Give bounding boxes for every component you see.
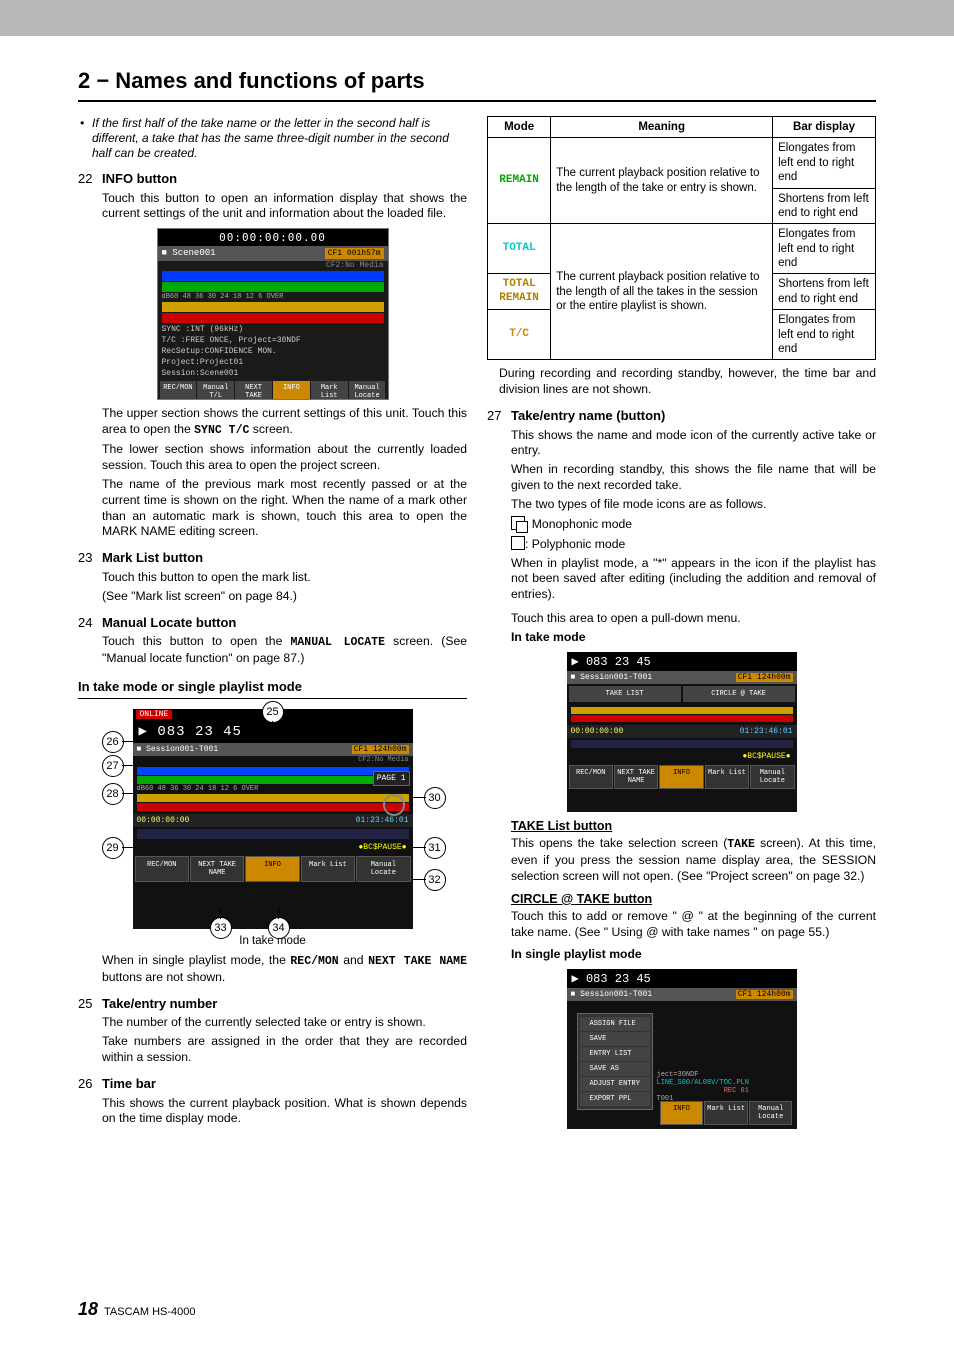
callout-32: 32: [424, 869, 446, 891]
take-list-button-heading: TAKE List button: [511, 818, 876, 834]
left-column: If the first half of the take name or th…: [78, 116, 467, 1135]
mode-table: Mode Meaning Bar display REMAIN The curr…: [487, 116, 876, 360]
heading-23: 23Mark List button: [78, 550, 467, 566]
heading-24: 24Manual Locate button: [78, 615, 467, 631]
monophonic-icon: [511, 516, 525, 530]
s22-p1: Touch this button to open an information…: [102, 191, 467, 223]
callout-26: 26: [102, 731, 124, 753]
page-footer: 18TASCAM HS-4000: [78, 1299, 196, 1320]
heading-27: 27Take/entry name (button): [487, 408, 876, 424]
note-bullet: If the first half of the take name or th…: [92, 116, 467, 161]
top-bar: [0, 0, 954, 36]
right-column: Mode Meaning Bar display REMAIN The curr…: [487, 116, 876, 1135]
callout-33: 33: [210, 917, 232, 939]
single-playlist-heading: In single playlist mode: [511, 947, 876, 963]
callout-31: 31: [424, 837, 446, 859]
callout-34: 34: [268, 917, 290, 939]
heading-22: 22INFO button: [78, 171, 467, 187]
callout-30: 30: [424, 787, 446, 809]
callout-25: 25: [262, 701, 284, 723]
table-note: During recording and recording standby, …: [499, 366, 876, 398]
heading-26: 26Time bar: [78, 1076, 467, 1092]
heading-25: 25Take/entry number: [78, 996, 467, 1012]
single-playlist-figure: ▶ 083 23 45 ■ Session001-T001CF1 124h00m…: [567, 969, 797, 1129]
polyphonic-icon: [511, 536, 525, 550]
sub-heading-take-mode: In take mode or single playlist mode: [78, 679, 467, 699]
chapter-title: 2 − Names and functions of parts: [78, 68, 876, 102]
take-mode-figure: ▶ 083 23 45 ■ Session001-T001CF1 124h00m…: [567, 652, 797, 812]
callout-27: 27: [102, 755, 124, 777]
in-take-mode-heading: In take mode: [511, 630, 876, 646]
callout-29: 29: [102, 837, 124, 859]
annotated-figure-wrap: ONLINE ▶ 083 23 45 ■ Session001-T001CF1 …: [98, 709, 448, 929]
info-screen-figure: 00:00:00:00.00 ■ Scene001 CF1 001h57m CF…: [157, 228, 389, 400]
callout-28: 28: [102, 783, 124, 805]
circle-take-button-heading: CIRCLE @ TAKE button: [511, 891, 876, 907]
